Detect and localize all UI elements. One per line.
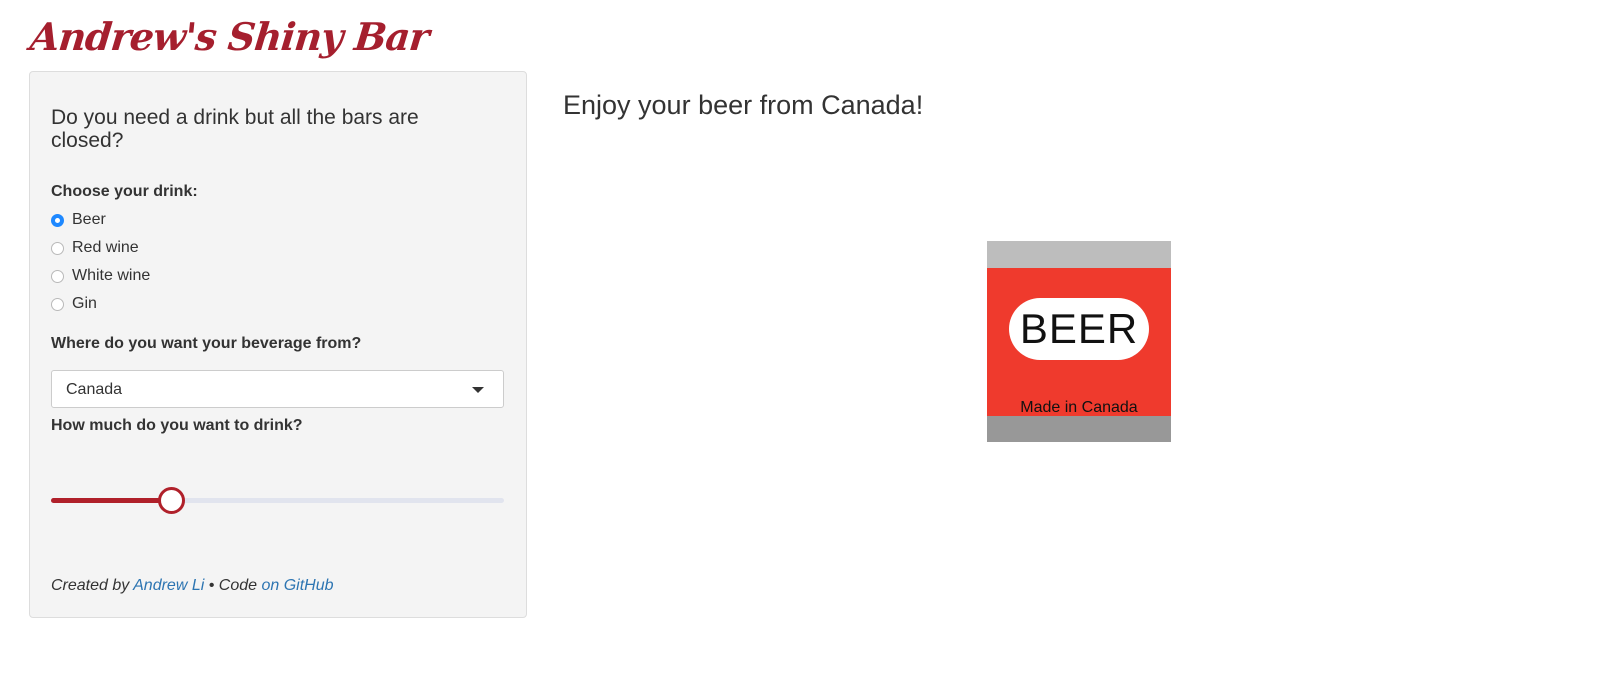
app-title: Andrew's Shiny Bar bbox=[28, 14, 431, 59]
footer-credit: Created by Andrew Li • Code on GitHub bbox=[51, 577, 334, 595]
caret-down-icon bbox=[472, 387, 484, 393]
origin-select-value: Canada bbox=[66, 381, 123, 398]
origin-select[interactable]: Canada bbox=[51, 370, 504, 408]
can-label-text: BEER bbox=[1019, 305, 1139, 352]
radio-white-wine-button[interactable] bbox=[51, 269, 64, 283]
amount-slider-track[interactable] bbox=[51, 487, 504, 514]
main-heading: Enjoy your beer from Canada! bbox=[563, 90, 924, 120]
radio-beer-label: Beer bbox=[72, 211, 106, 228]
author-link[interactable]: Andrew Li bbox=[133, 577, 204, 594]
radio-gin-label: Gin bbox=[72, 295, 97, 312]
drink-choice-label: Choose your drink: bbox=[51, 183, 198, 200]
radio-beer-button[interactable] bbox=[51, 213, 64, 227]
radio-red-wine-label: Red wine bbox=[72, 239, 139, 256]
can-label-pill: BEER bbox=[1009, 298, 1149, 360]
github-link[interactable]: on GitHub bbox=[261, 577, 333, 594]
can-base bbox=[987, 416, 1171, 442]
amount-slider-fill bbox=[51, 498, 171, 503]
radio-red-wine-button[interactable] bbox=[51, 241, 64, 255]
can-lid bbox=[987, 241, 1171, 268]
sidebar-heading: Do you need a drink but all the bars are… bbox=[51, 106, 419, 152]
origin-select-label: Where do you want your beverage from? bbox=[51, 335, 362, 352]
sidebar-panel: Do you need a drink but all the bars are… bbox=[29, 71, 527, 618]
radio-gin[interactable]: Gin bbox=[51, 293, 97, 315]
radio-gin-button[interactable] bbox=[51, 297, 64, 311]
can-origin-text: Made in Canada bbox=[1020, 399, 1138, 416]
amount-slider-handle[interactable] bbox=[158, 487, 185, 514]
beer-can-image: BEER Made in Canada bbox=[987, 241, 1171, 442]
amount-slider-label: How much do you want to drink? bbox=[51, 417, 303, 434]
radio-beer[interactable]: Beer bbox=[51, 209, 106, 231]
footer-separator: • Code bbox=[208, 577, 258, 594]
radio-red-wine[interactable]: Red wine bbox=[51, 237, 139, 259]
radio-white-wine-label: White wine bbox=[72, 267, 151, 284]
radio-white-wine[interactable]: White wine bbox=[51, 265, 150, 287]
footer-prefix: Created by bbox=[51, 577, 130, 594]
